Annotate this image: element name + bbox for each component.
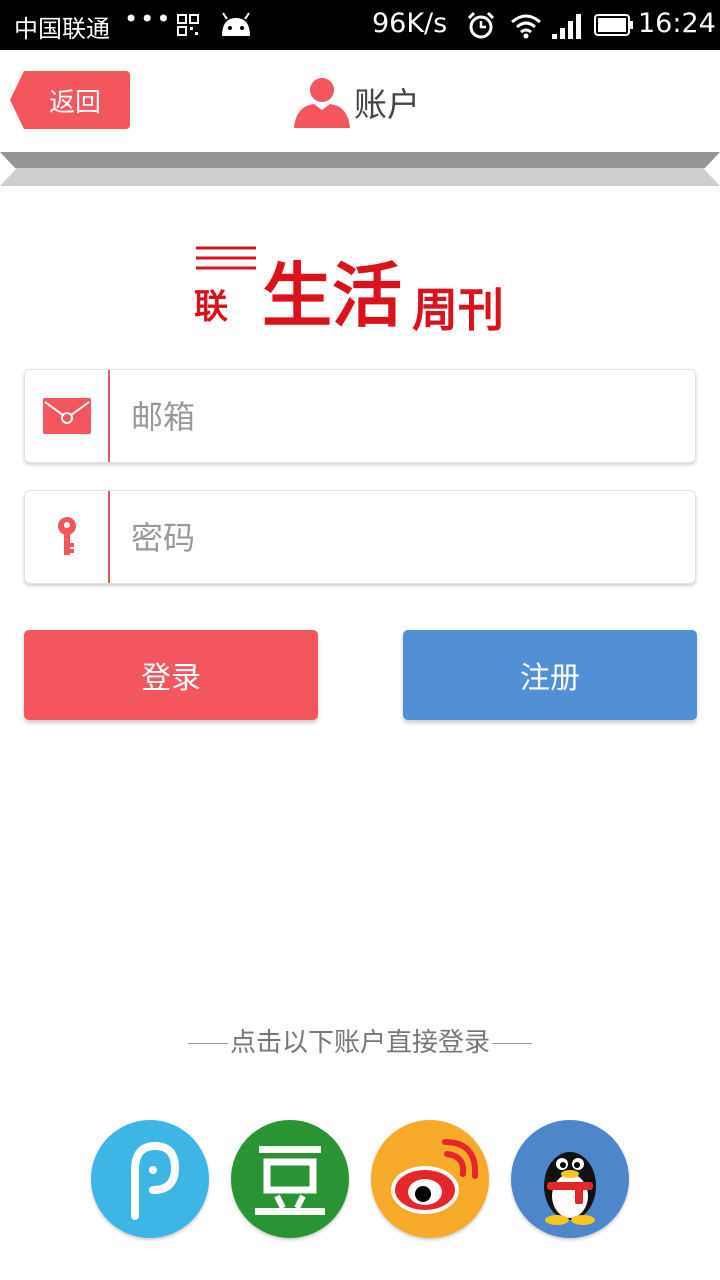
key-icon	[57, 517, 76, 555]
header-divider	[0, 152, 720, 186]
third-party-login-label: 点击以下账户直接登录	[0, 1022, 720, 1059]
p-login-button[interactable]	[91, 1120, 209, 1238]
email-field-container	[24, 369, 696, 463]
email-input[interactable]	[129, 386, 673, 448]
app-header: 返回 账户	[0, 50, 720, 152]
wifi-icon	[511, 14, 541, 39]
envelope-icon	[42, 398, 91, 434]
carrier-name: 中国联通	[14, 15, 110, 43]
page-title: 账户	[292, 74, 420, 130]
logo-prefix: 联	[194, 287, 228, 327]
android-icon	[222, 12, 250, 36]
qq-penguin-icon	[544, 1152, 596, 1225]
more-dots: •••	[124, 5, 173, 33]
user-icon	[294, 78, 350, 128]
third-party-label-text: 点击以下账户直接登录	[229, 1028, 490, 1058]
qq-login-button[interactable]	[511, 1120, 629, 1238]
battery-icon	[594, 14, 633, 36]
weibo-login-button[interactable]	[371, 1120, 489, 1238]
signal-icon	[552, 14, 581, 39]
douban-login-button[interactable]	[231, 1120, 349, 1238]
network-speed: 96K/s	[372, 8, 448, 39]
qr-icon	[177, 14, 199, 36]
douban-icon	[255, 1146, 325, 1215]
login-button[interactable]: 登录	[24, 630, 318, 720]
password-input[interactable]	[129, 507, 673, 569]
weibo-icon	[391, 1139, 479, 1214]
clock: 16:24	[638, 8, 716, 39]
alarm-icon	[467, 11, 495, 39]
page-title-text: 账户	[354, 85, 420, 124]
logo-main: 生活	[262, 254, 402, 334]
app-logo: 联 生活 周刊	[194, 246, 504, 334]
p-circle-icon	[131, 1141, 180, 1220]
password-field-container	[24, 490, 696, 584]
back-button[interactable]: 返回	[10, 71, 130, 129]
logo-suffix: 周刊	[412, 283, 504, 334]
status-bar: 中国联通 ••• 96K/s 16:24	[0, 0, 720, 50]
register-button[interactable]: 注册	[403, 630, 697, 720]
